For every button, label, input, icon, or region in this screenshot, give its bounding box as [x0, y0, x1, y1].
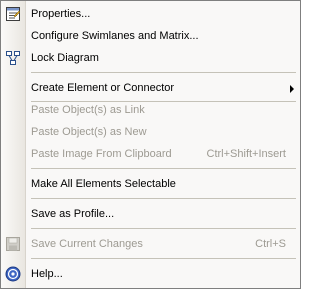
menu-separator [31, 228, 296, 229]
menu-separator [31, 258, 296, 259]
menu-item-label: Save Current Changes [31, 238, 143, 250]
menu-item-label: Make All Elements Selectable [31, 178, 176, 190]
menu-item-label: Paste Object(s) as New [31, 126, 147, 138]
menu-item-shortcut: Ctrl+S [255, 238, 286, 250]
menu-item-make-selectable[interactable]: Make All Elements Selectable [1, 173, 300, 195]
menu-item-label: Save as Profile... [31, 208, 115, 220]
menu-item-label: Lock Diagram [31, 52, 99, 64]
menu-item-properties[interactable]: Properties... [1, 3, 300, 25]
menu-item-label: Help... [31, 268, 63, 280]
menu-item-label: Configure Swimlanes and Matrix... [31, 30, 199, 42]
diagram-context-menu: Properties... Configure Swimlanes and Ma… [0, 0, 301, 289]
menu-item-paste-image[interactable]: Paste Image From Clipboard Ctrl+Shift+In… [1, 143, 300, 165]
menu-item-save-as-profile[interactable]: Save as Profile... [1, 203, 300, 225]
help-icon [5, 266, 21, 282]
menu-separator [31, 168, 296, 169]
menu-item-save-current-changes[interactable]: Save Current Changes Ctrl+S [1, 233, 300, 255]
menu-item-create-element[interactable]: Create Element or Connector [1, 77, 300, 99]
menu-item-label: Create Element or Connector [31, 82, 175, 94]
menu-item-label: Paste Image From Clipboard [31, 148, 172, 160]
menu-item-shortcut: Ctrl+Shift+Insert [206, 148, 286, 160]
menu-item-help[interactable]: Help... [1, 263, 300, 285]
menu-separator [31, 72, 296, 73]
menu-item-label: Paste Object(s) as Link [31, 104, 145, 116]
menu-item-label: Properties... [31, 8, 91, 20]
menu-item-configure-swimlanes[interactable]: Configure Swimlanes and Matrix... [1, 25, 300, 47]
menu-item-paste-as-link[interactable]: Paste Object(s) as Link [1, 99, 300, 121]
menu-separator [31, 198, 296, 199]
save-icon [5, 236, 21, 252]
submenu-arrow-icon [290, 85, 294, 93]
lock-diagram-icon [5, 50, 21, 66]
menu-item-lock-diagram[interactable]: Lock Diagram [1, 47, 300, 69]
menu-item-paste-as-new[interactable]: Paste Object(s) as New [1, 121, 300, 143]
properties-icon [5, 6, 21, 22]
